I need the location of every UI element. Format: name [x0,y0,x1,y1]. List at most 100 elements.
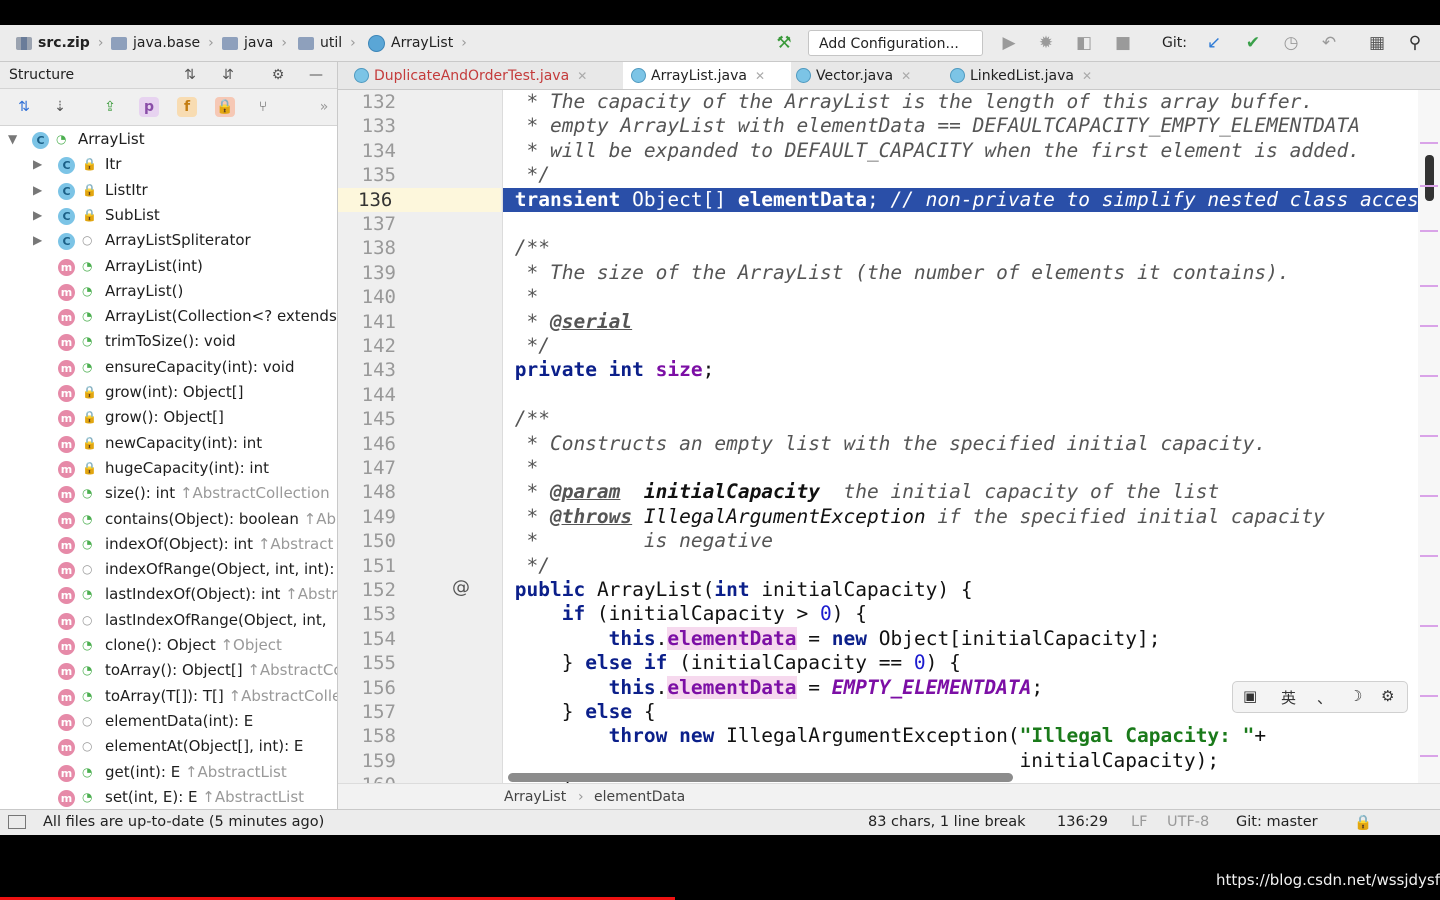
tree-root[interactable]: ▼ C ◔ ArrayList [0,128,337,153]
history-icon[interactable]: ◷ [1281,33,1301,53]
coverage-icon[interactable]: ◧ [1074,33,1094,53]
tree-item[interactable]: ▶ C 🔒 ListItr [0,179,337,204]
chevron-right-icon[interactable]: ▶ [33,157,42,171]
breadcrumb-java-base[interactable]: java.base › [111,33,214,53]
debug-icon[interactable]: ✹ [1036,33,1056,53]
stripe-mark[interactable] [1420,755,1438,757]
close-icon[interactable]: ✕ [901,69,911,83]
stripe-mark[interactable] [1420,285,1438,287]
override-marker[interactable]: @ [452,577,470,598]
close-icon[interactable]: ✕ [755,69,765,83]
sort-by-visibility-icon[interactable]: ⇅ [14,97,34,117]
tree-item[interactable]: m ◔ toArray(): Object[] ↑AbstractCo [0,659,337,684]
breadcrumb-arraylist[interactable]: ArrayList › [368,33,467,53]
tree-item[interactable]: m 🔒 grow(): Object[] [0,406,337,431]
stripe-mark[interactable] [1420,495,1438,497]
stripe-mark[interactable] [1420,695,1438,697]
breadcrumb-util[interactable]: util › [298,33,356,53]
show-inherited-icon[interactable]: ⇪ [100,97,120,117]
moon-icon[interactable]: ☽ [1349,687,1362,705]
status-message[interactable]: All files are up-to-date (5 minutes ago) [43,814,324,830]
tree-item[interactable]: m ○ elementAt(Object[], int): E [0,735,337,760]
revert-icon[interactable]: ↶ [1319,33,1339,53]
tree-item[interactable]: ▶ C 🔒 SubList [0,204,337,229]
stripe-mark[interactable] [1420,230,1438,232]
tree-item[interactable]: m ○ indexOfRange(Object, int, int): [0,558,337,583]
vertical-scrollbar[interactable] [1425,155,1434,201]
tree-item[interactable]: m ○ elementData(int): E [0,710,337,735]
tree-item[interactable]: m ◔ ArrayList() [0,280,337,305]
run-icon[interactable]: ▶ [999,33,1019,53]
breadcrumb-srczip[interactable]: src.zip › [16,33,103,53]
stripe-mark[interactable] [1420,435,1438,437]
gear-icon[interactable]: ⚙ [1381,687,1394,705]
add-configuration-button[interactable]: Add Configuration... [808,30,983,56]
tree-item[interactable]: m 🔒 hugeCapacity(int): int [0,457,337,482]
stripe-mark[interactable] [1420,375,1438,377]
gear-icon[interactable]: ⚙ [268,65,288,85]
cursor-position[interactable]: 136:29 [1057,814,1108,830]
tree-item[interactable]: m ◔ toArray(T[]): T[] ↑AbstractColle [0,685,337,710]
line-separator[interactable]: LF [1131,814,1147,830]
panel-toggle-icon[interactable] [8,815,26,829]
close-icon[interactable]: ✕ [577,69,587,83]
tab-duplicateandordertest-java[interactable]: DuplicateAndOrderTest.java ✕ [346,62,624,89]
tree-item[interactable]: m 🔒 newCapacity(int): int [0,432,337,457]
tree-item[interactable]: m ◔ clone(): Object ↑Object [0,634,337,659]
chevron-right-icon[interactable]: ▶ [33,183,42,197]
breadcrumb-field[interactable]: elementData [594,789,685,805]
tree-item[interactable]: m ◔ ArrayList(Collection<? extends [0,305,337,330]
chevron-down-icon[interactable]: ▼ [8,132,17,146]
tree-item[interactable]: m ◔ ArrayList(int) [0,255,337,280]
tree-item[interactable]: m ◔ set(int, E): E ↑AbstractList [0,786,337,811]
tab-vector-java[interactable]: Vector.java ✕ [788,62,944,89]
git-branch[interactable]: Git: master [1236,814,1318,830]
tree-item[interactable]: m ◔ indexOf(Object): int ↑Abstract [0,533,337,558]
breadcrumb-java[interactable]: java › [222,33,287,53]
stripe-mark[interactable] [1420,142,1438,144]
chevron-right-icon[interactable]: ▶ [33,233,42,247]
sort-alpha-icon[interactable]: ⇣ [50,97,70,117]
git-update-icon[interactable]: ↙ [1204,33,1224,53]
line-number: 138 [361,237,396,260]
tree-item[interactable]: m ○ lastIndexOfRange(Object, int, [0,609,337,634]
tab-arraylist-java[interactable]: ArrayList.java ✕ [623,62,791,89]
file-encoding[interactable]: UTF-8 [1167,814,1209,830]
tree-item[interactable]: m ◔ get(int): E ↑AbstractList [0,761,337,786]
show-properties-icon[interactable]: p [139,97,159,117]
stripe-mark[interactable] [1420,625,1438,627]
search-icon[interactable]: ⚲ [1405,33,1425,53]
tree-item[interactable]: m ◔ size(): int ↑AbstractCollection [0,482,337,507]
build-hammer-icon[interactable]: ⚒ [774,33,794,53]
show-non-public-icon[interactable]: 🔒 [215,97,235,117]
show-lambdas-icon[interactable]: ⑂ [253,97,273,117]
stop-icon[interactable]: ■ [1113,33,1133,53]
tree-item[interactable]: m ◔ trimToSize(): void [0,330,337,355]
more-icon[interactable]: » [314,97,334,117]
close-icon[interactable]: ✕ [1082,69,1092,83]
project-structure-icon[interactable]: ▦ [1367,33,1387,53]
tree-item[interactable]: m ◔ contains(Object): boolean ↑Ab [0,508,337,533]
expand-all-icon[interactable]: ⇅ [180,65,200,85]
tree-item[interactable]: ▶ C 🔒 Itr [0,153,337,178]
lock-icon[interactable]: 🔒 [1354,814,1372,831]
stripe-mark[interactable] [1420,185,1438,187]
tree-item[interactable]: m 🔒 grow(int): Object[] [0,381,337,406]
tree-item[interactable]: m ◔ lastIndexOf(Object): int ↑Abstr [0,583,337,608]
stripe-mark[interactable] [1420,555,1438,557]
tree-item[interactable]: m ◔ ensureCapacity(int): void [0,356,337,381]
show-fields-icon[interactable]: f [177,97,197,117]
breadcrumb-class[interactable]: ArrayList [504,789,566,805]
chevron-right-icon[interactable]: ▶ [33,208,42,222]
git-commit-icon[interactable]: ✔ [1243,33,1263,53]
ime-punct-toggle[interactable]: 、 [1317,687,1332,708]
ime-logo-icon[interactable]: ▣ [1243,687,1257,705]
hide-panel-icon[interactable]: — [306,65,326,85]
tab-linkedlist-java[interactable]: LinkedList.java ✕ [942,62,1100,89]
code-editor[interactable]: * The capacity of the ArrayList is the l… [503,90,1418,783]
horizontal-scrollbar[interactable] [508,773,1013,782]
ime-lang-toggle[interactable]: 英 [1281,687,1296,708]
stripe-mark[interactable] [1420,325,1438,327]
tree-item[interactable]: ▶ C ○ ArrayListSpliterator [0,229,337,254]
collapse-all-icon[interactable]: ⇵ [218,65,238,85]
